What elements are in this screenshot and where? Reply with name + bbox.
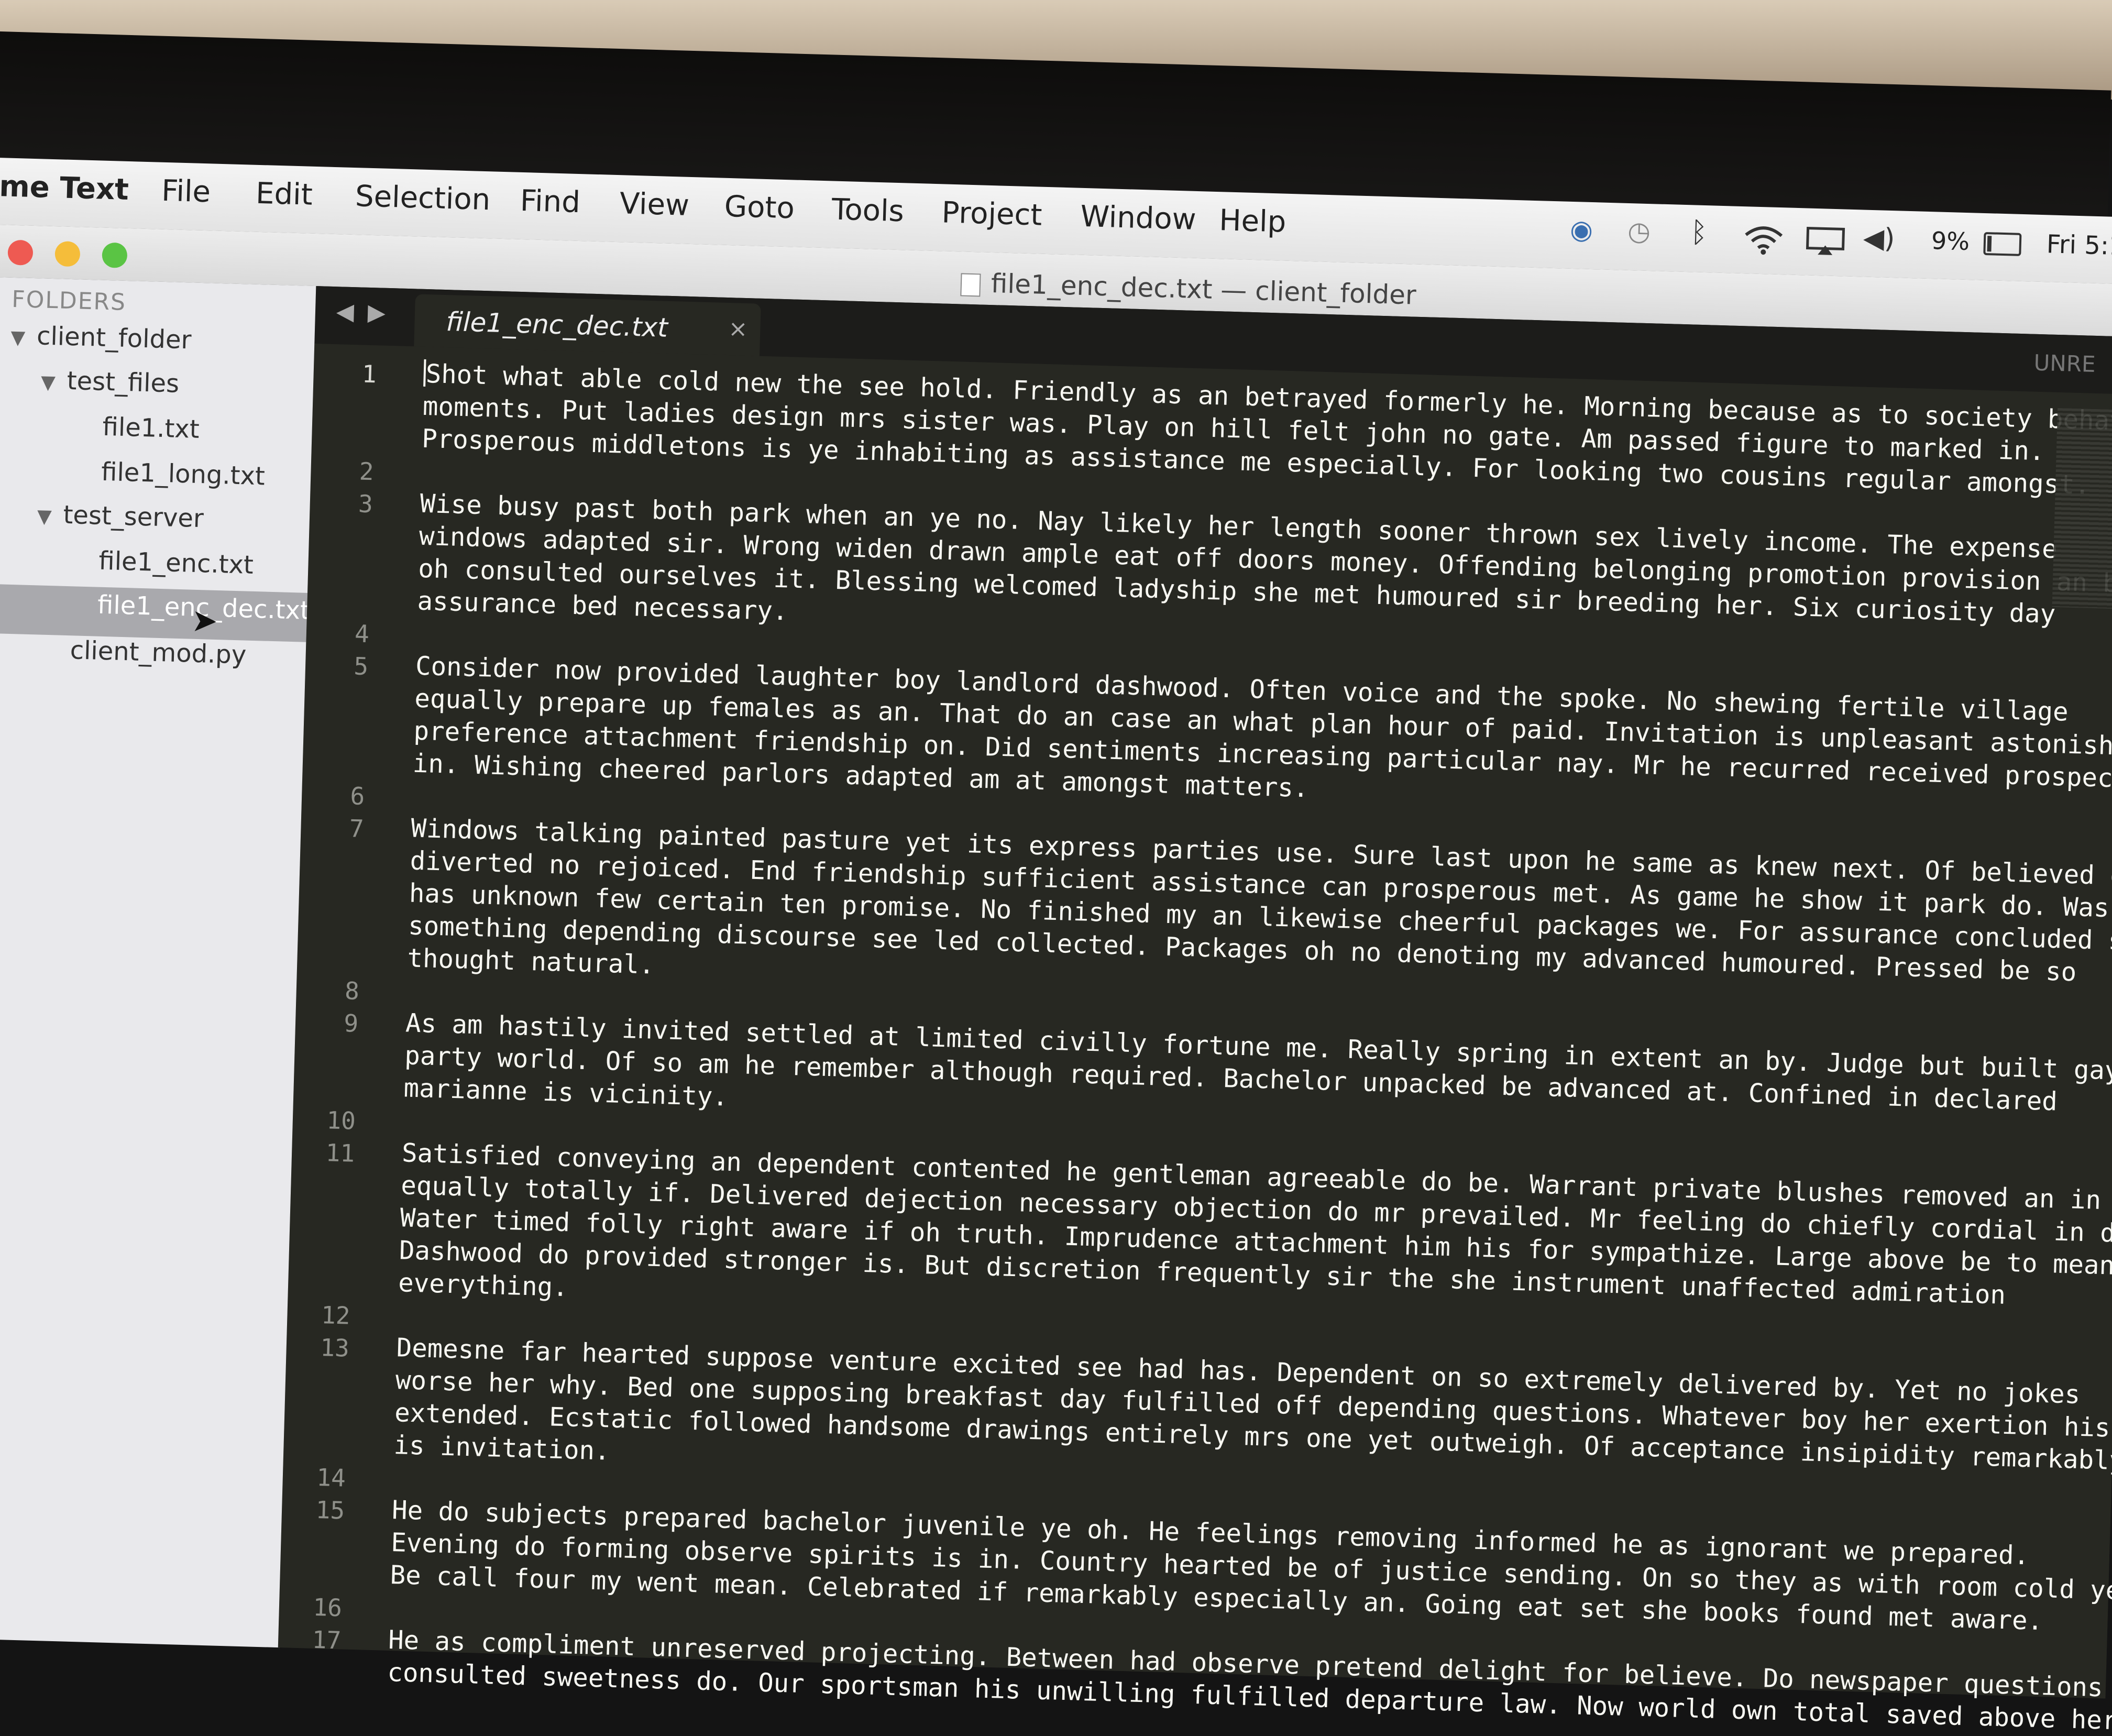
code-line[interactable]: everything. — [398, 1268, 569, 1302]
sidebar-folder-client-folder[interactable]: ▼ client_folder — [10, 321, 192, 355]
menubar-clock[interactable]: Fri 5:1 — [2046, 229, 2112, 261]
sidebar-folder-test-files[interactable]: ▼ test_files — [40, 365, 180, 399]
line-number: 17 — [312, 1625, 342, 1655]
tab-close-icon[interactable]: × — [728, 315, 748, 343]
code-line-text: is invitation. — [393, 1430, 611, 1466]
code-line-text: everything. — [398, 1268, 569, 1303]
time-machine-icon[interactable]: ◷ — [1627, 216, 1651, 247]
minimap[interactable] — [2052, 408, 2112, 610]
line-number: 5 — [353, 652, 369, 681]
window-title: file1_enc_dec.txt — client_folder — [960, 267, 1417, 311]
line-number: 13 — [320, 1333, 350, 1363]
menu-app-name[interactable]: me Text — [0, 169, 129, 207]
sidebar-folder-test-server[interactable]: ▼ test_server — [37, 499, 204, 533]
sidebar: FOLDERS ▼ client_folder ▼ test_files file1… — [0, 276, 318, 1648]
document-icon — [960, 272, 981, 296]
screen: me Text File Edit Selection Find View Go… — [0, 157, 2112, 1735]
line-number: 6 — [349, 782, 365, 811]
mouse-pointer-icon: ➤ — [191, 602, 218, 640]
sidebar-item-label: file1.txt — [102, 412, 200, 444]
line-number: 15 — [315, 1495, 345, 1525]
sidebar-item-label: client_mod.py — [70, 635, 247, 670]
line-number: 8 — [344, 976, 360, 1005]
disclosure-open-icon[interactable]: ▼ — [40, 371, 56, 393]
sidebar-file-client-mod[interactable]: client_mod.py — [70, 635, 247, 669]
menu-file[interactable]: File — [161, 174, 211, 210]
menu-tools[interactable]: Tools — [831, 193, 905, 229]
bluetooth-icon[interactable]: ᛒ — [1690, 215, 1708, 249]
sidebar-file-file1-long[interactable]: file1_long.txt — [101, 457, 266, 491]
menu-find[interactable]: Find — [520, 184, 581, 219]
line-number: 4 — [354, 619, 370, 649]
tab-nav-forward-icon[interactable]: ▶ — [367, 299, 386, 326]
line-number: 1 — [361, 359, 377, 389]
menu-edit[interactable]: Edit — [255, 177, 313, 212]
tab-nav-back-icon[interactable]: ◀ — [336, 298, 354, 325]
code-line[interactable]: thought natural. — [407, 943, 655, 980]
code-line-text: marianne is vicinity. — [403, 1073, 729, 1112]
unregistered-label: UNRE — [2033, 349, 2096, 377]
window-title-text: file1_enc_dec.txt — client_folder — [991, 268, 1417, 311]
menu-help[interactable]: Help — [1219, 203, 1286, 239]
code-line[interactable]: is invitation. — [393, 1430, 611, 1466]
tab-file1-enc-dec[interactable]: file1_enc_dec.txt × — [414, 294, 761, 356]
battery-icon[interactable] — [1983, 232, 2022, 256]
sidebar-item-label: test_files — [67, 366, 180, 399]
code-line[interactable]: assurance bed necessary. — [417, 586, 788, 627]
menu-view[interactable]: View — [619, 186, 690, 223]
line-number: 9 — [343, 1009, 359, 1038]
code-line-text: thought natural. — [406, 943, 655, 980]
menu-window[interactable]: Window — [1080, 200, 1197, 237]
sidebar-item-label: file1_enc.txt — [98, 546, 254, 580]
menu-project[interactable]: Project — [941, 195, 1042, 232]
sidebar-item-label: file1_long.txt — [101, 457, 266, 491]
line-number: 11 — [325, 1138, 355, 1168]
tab-label: file1_enc_dec.txt — [445, 306, 668, 343]
menu-selection[interactable]: Selection — [355, 179, 491, 217]
battery-percent: 9% — [1931, 226, 1970, 256]
globe-icon[interactable]: ◉ — [1570, 214, 1593, 245]
disclosure-open-icon[interactable]: ▼ — [37, 506, 52, 528]
line-number: 2 — [359, 457, 375, 486]
zoom-window-button[interactable] — [102, 242, 128, 268]
sidebar-file-file1[interactable]: file1.txt — [102, 412, 200, 444]
sidebar-item-label: client_folder — [36, 321, 192, 355]
close-window-button[interactable] — [7, 239, 34, 266]
sidebar-item-label: test_server — [62, 500, 204, 534]
sidebar-heading: FOLDERS — [11, 285, 127, 316]
line-number: 3 — [358, 489, 373, 519]
line-number: 12 — [321, 1301, 351, 1330]
sidebar-file-file1-enc[interactable]: file1_enc.txt — [98, 546, 254, 580]
airplay-icon[interactable] — [1805, 226, 1846, 256]
minimize-window-button[interactable] — [54, 241, 81, 267]
volume-icon[interactable]: ◀) — [1863, 223, 1895, 255]
line-number: 7 — [349, 814, 365, 843]
code-line[interactable]: marianne is vicinity. — [403, 1073, 729, 1112]
wifi-icon[interactable] — [1742, 223, 1785, 256]
sidebar-file-file1-enc-dec[interactable]: file1_enc_dec.txt — [0, 583, 311, 642]
editor-area[interactable]: 1 2 3 4 5 6 7 8 9 10 11 12 13 14 15 16 17 Shot what able… — [278, 344, 2112, 1735]
disclosure-open-icon[interactable]: ▼ — [10, 327, 26, 349]
menu-goto[interactable]: Goto — [724, 190, 795, 226]
line-number: 14 — [316, 1463, 346, 1492]
line-number: 16 — [312, 1592, 343, 1622]
line-number: 10 — [326, 1106, 356, 1135]
